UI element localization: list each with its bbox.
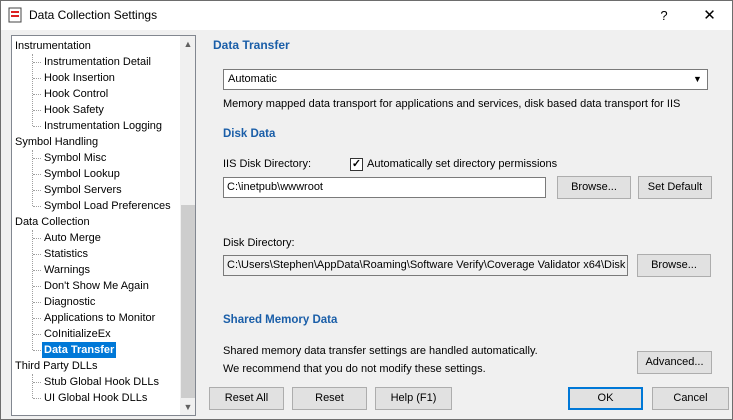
- tree-item[interactable]: Symbol Handling: [13, 134, 100, 150]
- iis-directory-input[interactable]: C:\inetpub\wwwroot: [223, 177, 546, 198]
- transfer-mode-value: Automatic: [228, 73, 277, 85]
- tree-item[interactable]: Instrumentation Logging: [42, 118, 164, 134]
- shared-memory-line2: We recommend that you do not modify thes…: [223, 363, 486, 375]
- iis-browse-button[interactable]: Browse...: [557, 176, 631, 199]
- tree-view: Instrumentation Instrumentation Detail Hoo…: [12, 36, 180, 415]
- tree-connector: [32, 374, 33, 398]
- tree-item[interactable]: Stub Global Hook DLLs: [42, 374, 161, 390]
- tree-item[interactable]: Diagnostic: [42, 294, 97, 310]
- tree-item[interactable]: Hook Control: [42, 86, 110, 102]
- tree-item[interactable]: Symbol Load Preferences: [42, 198, 173, 214]
- tree-scrollbar[interactable]: ▲ ▼: [180, 36, 195, 415]
- close-icon[interactable]: ✕: [687, 1, 732, 30]
- transfer-mode-select[interactable]: Automatic ▼: [223, 69, 708, 90]
- help-icon[interactable]: ?: [641, 1, 687, 30]
- tree-connector: [33, 350, 41, 351]
- disk-directory-label: Disk Directory:: [223, 237, 295, 249]
- tree-connector: [33, 382, 41, 383]
- tree-connector: [33, 126, 41, 127]
- ok-button[interactable]: OK: [568, 387, 643, 410]
- scroll-up-icon[interactable]: ▲: [180, 36, 195, 52]
- tree-connector: [33, 158, 41, 159]
- tree-item[interactable]: Hook Insertion: [42, 70, 117, 86]
- tree-connector: [33, 254, 41, 255]
- tree-connector: [32, 230, 33, 350]
- tree-connector: [33, 62, 41, 63]
- shared-memory-heading: Shared Memory Data: [223, 314, 338, 326]
- tree-item[interactable]: Warnings: [42, 262, 92, 278]
- settings-dialog: Data Collection Settings ? ✕ Instrumenta…: [0, 0, 733, 420]
- tree-connector: [33, 190, 41, 191]
- tree-connector: [33, 110, 41, 111]
- tree-item[interactable]: Instrumentation Detail: [42, 54, 153, 70]
- tree-item[interactable]: Statistics: [42, 246, 90, 262]
- reset-all-button[interactable]: Reset All: [209, 387, 284, 410]
- window-title: Data Collection Settings: [29, 8, 158, 22]
- shared-memory-line1: Shared memory data transfer settings are…: [223, 345, 538, 357]
- tree-connector: [33, 174, 41, 175]
- tree-connector: [33, 94, 41, 95]
- tree-item[interactable]: Data Transfer: [42, 342, 117, 358]
- tree-connector: [33, 302, 41, 303]
- tree-item[interactable]: CoInitializeEx: [42, 326, 113, 342]
- tree-item[interactable]: Third Party DLLs: [13, 358, 100, 374]
- tree-item[interactable]: Symbol Servers: [42, 182, 124, 198]
- tree-connector: [32, 54, 33, 126]
- help-button[interactable]: Help (F1): [375, 387, 452, 410]
- data-transfer-heading: Data Transfer: [213, 38, 290, 52]
- tree-connector: [33, 334, 41, 335]
- disk-data-heading: Disk Data: [223, 128, 276, 140]
- tree-item[interactable]: Auto Merge: [42, 230, 103, 246]
- tree-connector: [33, 206, 41, 207]
- app-icon: [8, 7, 22, 23]
- tree-connector: [33, 398, 41, 399]
- transfer-description: Memory mapped data transport for applica…: [223, 98, 681, 110]
- tree-item[interactable]: Data Collection: [13, 214, 92, 230]
- tree-item[interactable]: Symbol Misc: [42, 150, 108, 166]
- tree-item[interactable]: Don't Show Me Again: [42, 278, 151, 294]
- disk-directory-input[interactable]: C:\Users\Stephen\AppData\Roaming\Softwar…: [223, 255, 628, 276]
- scroll-down-icon[interactable]: ▼: [180, 399, 195, 415]
- tree-connector: [33, 238, 41, 239]
- tree-item[interactable]: Hook Safety: [42, 102, 106, 118]
- title-bar: Data Collection Settings ? ✕: [1, 1, 732, 30]
- tree-item[interactable]: Applications to Monitor: [42, 310, 157, 326]
- tree-item[interactable]: UI Global Hook DLLs: [42, 390, 149, 406]
- cancel-button[interactable]: Cancel: [652, 387, 729, 410]
- auto-permissions-checkbox[interactable]: ✓: [350, 158, 363, 171]
- chevron-down-icon[interactable]: ▼: [689, 71, 706, 88]
- advanced-button[interactable]: Advanced...: [637, 351, 712, 374]
- tree-connector: [33, 318, 41, 319]
- tree-connector: [33, 286, 41, 287]
- scroll-thumb[interactable]: [181, 205, 195, 398]
- tree-item[interactable]: Symbol Lookup: [42, 166, 122, 182]
- tree-item[interactable]: Instrumentation: [13, 38, 93, 54]
- tree-connector: [32, 150, 33, 206]
- auto-permissions-label: Automatically set directory permissions: [367, 158, 558, 170]
- reset-button[interactable]: Reset: [292, 387, 367, 410]
- settings-tree: Instrumentation Instrumentation Detail Hoo…: [11, 35, 196, 416]
- tree-connector: [33, 78, 41, 79]
- iis-directory-label: IIS Disk Directory:: [223, 158, 312, 170]
- disk-browse-button[interactable]: Browse...: [637, 254, 711, 277]
- set-default-button[interactable]: Set Default: [638, 176, 712, 199]
- tree-connector: [33, 270, 41, 271]
